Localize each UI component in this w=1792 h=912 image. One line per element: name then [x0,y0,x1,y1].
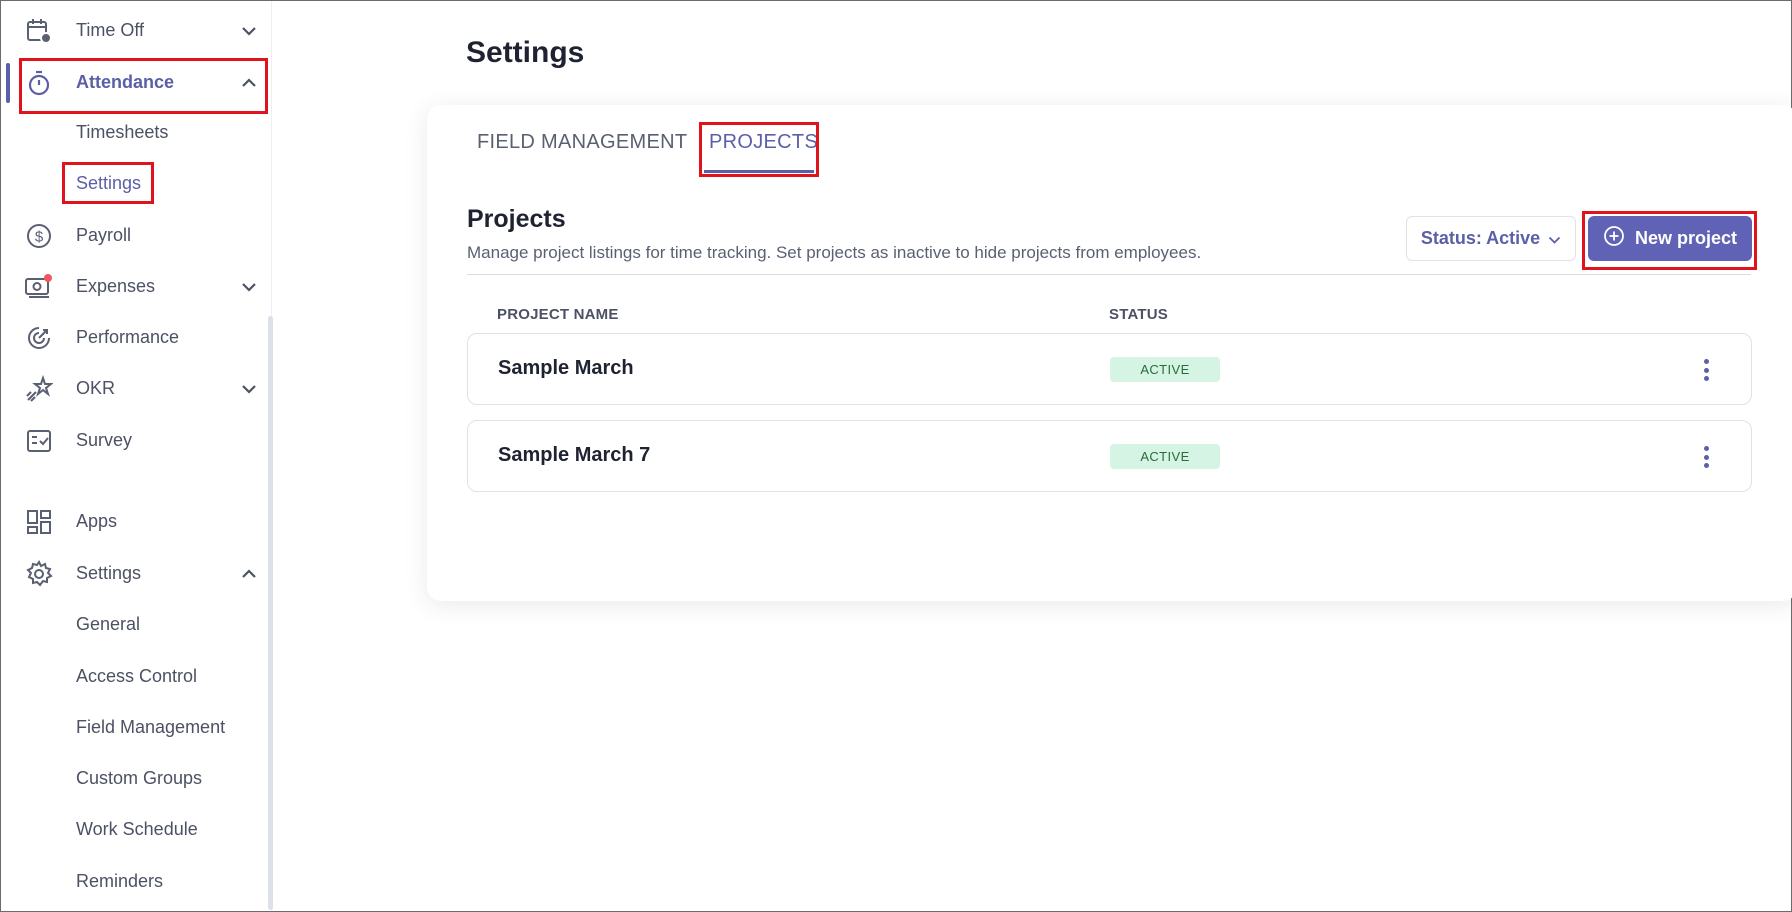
tab-projects[interactable]: PROJECTS [709,131,818,154]
status-badge: ACTIVE [1110,357,1220,382]
sidebar-subitem-general[interactable]: General [76,609,140,639]
sidebar-item-survey[interactable]: Survey [1,415,272,466]
checklist-icon [24,426,54,456]
sidebar-item-label: Apps [76,511,118,531]
rocket-star-icon [24,374,54,404]
chevron-up-icon[interactable] [237,562,261,586]
receipt-money-icon [24,272,54,302]
new-project-label: New project [1634,228,1738,248]
sidebar-subitem-reminders[interactable]: Reminders [76,866,163,896]
sidebar-subitem-settings[interactable]: Settings [76,168,141,198]
project-name: Sample March [498,357,634,379]
sidebar-item-performance[interactable]: Performance [1,312,272,363]
sidebar: Time Off Attendance Timesheets Settings … [1,1,273,910]
chevron-down-icon [1548,228,1561,249]
target-growth-icon [24,323,54,353]
column-header-status: STATUS [1109,306,1168,323]
sidebar-item-label: Time Off [76,20,145,40]
column-header-project-name: PROJECT NAME [497,306,619,323]
sidebar-item-apps[interactable]: Apps [1,496,272,547]
chevron-down-icon[interactable] [237,377,261,401]
chevron-down-icon[interactable] [237,19,261,43]
sidebar-item-payroll[interactable]: $ Payroll [1,210,272,261]
chevron-up-icon[interactable] [237,71,261,95]
new-project-button[interactable]: New project [1588,216,1752,261]
project-name: Sample March 7 [498,444,651,466]
sidebar-subitem-work-schedule[interactable]: Work Schedule [76,814,198,844]
status-badge: ACTIVE [1110,444,1220,469]
table-row[interactable]: Sample March ACTIVE [467,333,1752,405]
sidebar-item-label: Settings [76,563,142,583]
sidebar-item-label: Performance [76,327,180,347]
divider [467,274,1751,275]
sidebar-item-expenses[interactable]: Expenses [1,261,272,312]
section-description: Manage project listings for time trackin… [467,243,1202,262]
sidebar-item-time-off[interactable]: Time Off [1,5,272,56]
chevron-down-icon[interactable] [237,275,261,299]
table-row[interactable]: Sample March 7 ACTIVE [467,420,1752,492]
sidebar-item-attendance[interactable]: Attendance [1,57,272,108]
sidebar-subitem-custom-groups[interactable]: Custom Groups [76,763,202,793]
tab-field-management[interactable]: FIELD MANAGEMENT [477,131,687,154]
svg-text:$: $ [35,228,44,245]
sidebar-subitem-field-management[interactable]: Field Management [76,712,225,742]
sidebar-item-label: Survey [76,430,133,450]
more-options-icon[interactable] [1696,443,1716,471]
page-title: Settings [466,36,585,69]
sidebar-subitem-access-control[interactable]: Access Control [76,661,197,691]
sidebar-item-label: OKR [76,378,116,398]
sidebar-item-settings[interactable]: Settings [1,548,272,599]
gear-icon [24,559,54,589]
plus-circle-icon [1603,225,1625,252]
status-filter-label: Status: Active [1420,228,1541,248]
sidebar-subitem-timesheets[interactable]: Timesheets [76,117,168,147]
sidebar-item-label: Payroll [76,225,132,245]
dollar-circle-icon: $ [24,221,54,251]
apps-grid-icon [24,507,54,537]
section-title: Projects [467,205,566,233]
tab-active-underline [704,170,814,173]
sidebar-item-label: Attendance [76,72,175,92]
calendar-clock-icon [24,16,54,46]
sidebar-item-label: Expenses [76,276,156,296]
stopwatch-icon [24,68,54,98]
status-filter-dropdown[interactable]: Status: Active [1406,216,1576,261]
sidebar-item-okr[interactable]: OKR [1,363,272,414]
more-options-icon[interactable] [1696,356,1716,384]
